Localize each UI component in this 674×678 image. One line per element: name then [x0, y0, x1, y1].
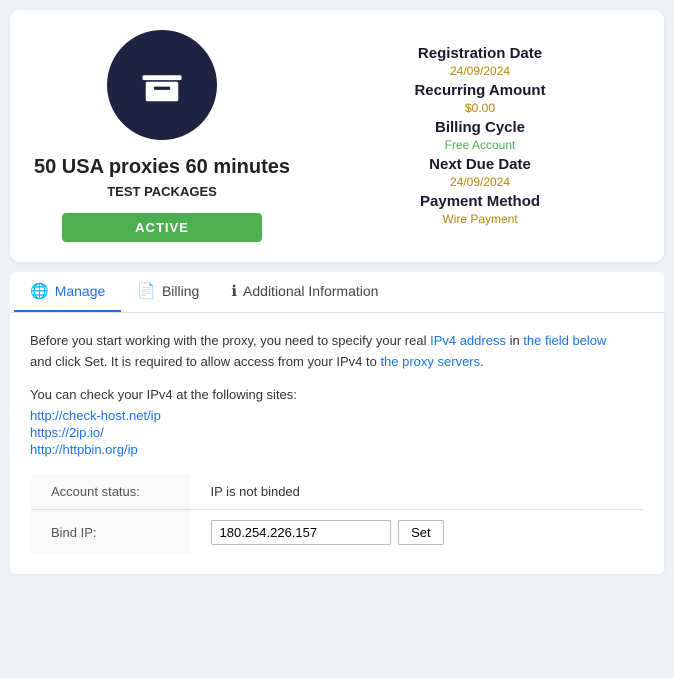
highlight-field: the field below	[523, 333, 606, 348]
site-link-2[interactable]: https://2ip.io/	[30, 425, 644, 440]
product-title: 50 USA proxies 60 minutes	[34, 154, 290, 180]
tab-manage[interactable]: 🌐 Manage	[14, 272, 121, 312]
manage-panel: Before you start working with the proxy,…	[10, 313, 664, 574]
product-left: 50 USA proxies 60 minutes TEST PACKAGES …	[34, 30, 290, 242]
bind-ip-cell: Set	[191, 509, 644, 555]
tabs-bar: 🌐 Manage 📄 Billing ℹ Additional Informat…	[10, 272, 664, 313]
tab-additional-info[interactable]: ℹ Additional Information	[215, 272, 394, 312]
payment-method-value: Wire Payment	[320, 212, 640, 226]
billing-cycle-value: Free Account	[320, 138, 640, 152]
product-icon	[107, 30, 217, 140]
registration-date-value: 24/09/2024	[320, 64, 640, 78]
tab-billing[interactable]: 📄 Billing	[121, 272, 215, 312]
product-info: Registration Date 24/09/2024 Recurring A…	[320, 45, 640, 228]
account-status-value: IP is not binded	[191, 473, 644, 509]
globe-icon: 🌐	[30, 282, 49, 300]
bind-ip-row: Bind IP: Set	[31, 509, 644, 555]
registration-date-label: Registration Date	[320, 45, 640, 62]
recurring-amount-label: Recurring Amount	[320, 82, 640, 99]
status-badge: ACTIVE	[62, 213, 262, 242]
account-status-label: Account status:	[31, 473, 191, 509]
recurring-amount-value: $0.00	[320, 101, 640, 115]
account-status-row: Account status: IP is not binded	[31, 473, 644, 509]
payment-method-label: Payment Method	[320, 193, 640, 210]
product-card: 50 USA proxies 60 minutes TEST PACKAGES …	[10, 10, 664, 262]
product-subtitle: TEST PACKAGES	[107, 184, 217, 199]
site-link-1[interactable]: http://check-host.net/ip	[30, 408, 644, 423]
sites-label: You can check your IPv4 at the following…	[30, 387, 644, 402]
box-icon	[136, 59, 188, 111]
next-due-date-label: Next Due Date	[320, 156, 640, 173]
bind-ip-label: Bind IP:	[31, 509, 191, 555]
highlight-proxy: the proxy servers	[380, 354, 480, 369]
highlight-ipv4: IPv4 address	[430, 333, 506, 348]
document-icon: 📄	[137, 282, 156, 300]
tab-manage-label: Manage	[55, 283, 106, 299]
tab-additional-info-label: Additional Information	[243, 283, 378, 299]
bind-ip-input[interactable]	[211, 520, 391, 545]
next-due-date-value: 24/09/2024	[320, 175, 640, 189]
status-table: Account status: IP is not binded Bind IP…	[30, 473, 644, 556]
tab-billing-label: Billing	[162, 283, 199, 299]
info-icon: ℹ	[231, 282, 237, 300]
billing-cycle-label: Billing Cycle	[320, 119, 640, 136]
set-button[interactable]: Set	[398, 520, 444, 545]
intro-text: Before you start working with the proxy,…	[30, 331, 644, 373]
site-link-3[interactable]: http://httpbin.org/ip	[30, 442, 644, 457]
